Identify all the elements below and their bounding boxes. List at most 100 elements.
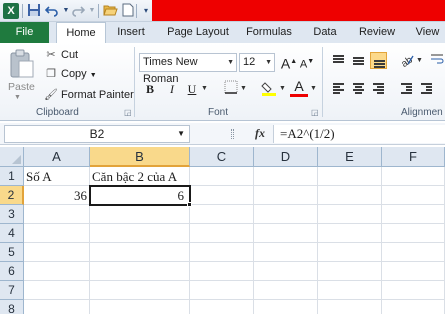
grid-cell[interactable] bbox=[190, 167, 254, 186]
paste-button-label[interactable]: Paste bbox=[8, 81, 35, 93]
bold-button[interactable]: B bbox=[141, 80, 159, 98]
grid-cell[interactable] bbox=[90, 300, 190, 314]
tab-review[interactable]: Review bbox=[354, 22, 400, 43]
grid-cell[interactable] bbox=[254, 167, 318, 186]
grid-cell[interactable] bbox=[24, 205, 90, 224]
italic-button[interactable]: I bbox=[163, 80, 181, 98]
grid-cell[interactable] bbox=[382, 167, 445, 186]
grid-cell[interactable] bbox=[318, 262, 382, 281]
column-header-a[interactable]: A bbox=[24, 147, 90, 167]
grid-cell[interactable] bbox=[318, 300, 382, 314]
grid-cell[interactable] bbox=[90, 224, 190, 243]
row-header-2[interactable]: 2 bbox=[0, 186, 24, 205]
grid-cell[interactable] bbox=[24, 300, 90, 314]
font-color-button[interactable]: A bbox=[290, 78, 308, 97]
font-size-dropdown-icon[interactable]: ▼ bbox=[265, 54, 272, 71]
grid-cell[interactable] bbox=[382, 243, 445, 262]
grid-cell[interactable] bbox=[254, 224, 318, 243]
grid-cell[interactable] bbox=[318, 243, 382, 262]
row-header-1[interactable]: 1 bbox=[0, 167, 24, 186]
tab-home[interactable]: Home bbox=[56, 22, 106, 44]
column-header-e[interactable]: E bbox=[318, 147, 382, 167]
grid-cell[interactable] bbox=[190, 224, 254, 243]
column-header-f[interactable]: F bbox=[382, 147, 445, 167]
grid-cell[interactable] bbox=[382, 262, 445, 281]
column-header-b[interactable]: B bbox=[90, 147, 190, 167]
cell-b1[interactable]: Căn bậc 2 của A bbox=[90, 167, 190, 186]
cut-button[interactable]: ✂ Cut bbox=[44, 47, 78, 63]
cell-a1[interactable]: Số A bbox=[24, 167, 90, 186]
tab-view[interactable]: View bbox=[410, 22, 445, 43]
tab-formulas[interactable]: Formulas bbox=[242, 22, 296, 43]
top-align-icon[interactable] bbox=[330, 52, 347, 69]
grid-cell[interactable] bbox=[190, 281, 254, 300]
copy-button[interactable]: ❐ Copy ▼ bbox=[44, 66, 97, 82]
grid-cell[interactable] bbox=[254, 243, 318, 262]
save-icon[interactable] bbox=[26, 3, 42, 19]
tab-file[interactable]: File bbox=[0, 22, 49, 43]
align-center-icon[interactable] bbox=[350, 80, 367, 97]
fill-handle[interactable] bbox=[187, 202, 192, 207]
paste-icon[interactable] bbox=[9, 49, 35, 79]
grow-font-button[interactable]: A▲ bbox=[280, 53, 298, 72]
font-size-combo[interactable]: 12 ▼ bbox=[239, 53, 275, 72]
grid-cell[interactable] bbox=[24, 281, 90, 300]
select-all-button[interactable] bbox=[0, 147, 24, 167]
grid-cell[interactable] bbox=[190, 262, 254, 281]
format-painter-button[interactable]: 🖌 Format Painter bbox=[44, 87, 134, 103]
formula-bar-splitter[interactable] bbox=[231, 129, 234, 139]
grid-cell[interactable] bbox=[90, 262, 190, 281]
grid-cell[interactable] bbox=[254, 300, 318, 314]
grid-cell[interactable] bbox=[254, 186, 318, 205]
borders-icon[interactable] bbox=[222, 80, 240, 98]
new-document-icon[interactable] bbox=[120, 3, 136, 19]
excel-app-icon[interactable]: X bbox=[3, 3, 19, 19]
orientation-dropdown-icon[interactable]: ▼ bbox=[416, 57, 423, 64]
shrink-font-button[interactable]: A▼ bbox=[298, 53, 316, 71]
grid-cell[interactable] bbox=[24, 243, 90, 262]
row-header-6[interactable]: 6 bbox=[0, 262, 24, 281]
column-header-d[interactable]: D bbox=[254, 147, 318, 167]
tab-page-layout[interactable]: Page Layout bbox=[162, 22, 234, 43]
grid-cell[interactable] bbox=[318, 205, 382, 224]
borders-dropdown-icon[interactable]: ▼ bbox=[240, 85, 247, 92]
font-name-dropdown-icon[interactable]: ▼ bbox=[227, 54, 234, 71]
insert-function-icon[interactable]: fx bbox=[255, 126, 265, 141]
name-box[interactable]: B2 ▼ bbox=[4, 125, 190, 143]
tab-insert[interactable]: Insert bbox=[110, 22, 152, 43]
copy-dropdown-icon[interactable]: ▼ bbox=[90, 72, 97, 79]
grid-cell[interactable] bbox=[382, 205, 445, 224]
font-launcher-icon[interactable]: ◲ bbox=[311, 108, 319, 117]
orientation-icon[interactable]: ab bbox=[398, 52, 416, 70]
decrease-indent-icon[interactable] bbox=[398, 80, 415, 97]
grid-cell[interactable] bbox=[382, 300, 445, 314]
cell-a2[interactable]: 36 bbox=[24, 186, 90, 205]
tab-data[interactable]: Data bbox=[308, 22, 342, 43]
name-box-dropdown-icon[interactable]: ▼ bbox=[177, 126, 185, 142]
bottom-align-icon[interactable] bbox=[370, 52, 387, 69]
grid-cell[interactable] bbox=[90, 205, 190, 224]
fill-color-icon[interactable] bbox=[260, 80, 278, 98]
grid-cell[interactable] bbox=[24, 224, 90, 243]
grid-cell[interactable] bbox=[190, 205, 254, 224]
increase-indent-icon[interactable] bbox=[418, 80, 435, 97]
font-color-dropdown-icon[interactable]: ▼ bbox=[310, 85, 317, 92]
row-header-4[interactable]: 4 bbox=[0, 224, 24, 243]
underline-dropdown-icon[interactable]: ▼ bbox=[201, 85, 208, 92]
fill-color-dropdown-icon[interactable]: ▼ bbox=[279, 85, 286, 92]
row-header-7[interactable]: 7 bbox=[0, 281, 24, 300]
align-right-icon[interactable] bbox=[370, 80, 387, 97]
grid-cell[interactable] bbox=[190, 243, 254, 262]
grid-cell[interactable] bbox=[382, 186, 445, 205]
row-header-5[interactable]: 5 bbox=[0, 243, 24, 262]
grid-cell[interactable] bbox=[318, 224, 382, 243]
font-name-combo[interactable]: Times New Roman ▼ bbox=[139, 53, 237, 85]
grid-cell[interactable] bbox=[254, 262, 318, 281]
grid-cell[interactable] bbox=[318, 281, 382, 300]
clipboard-launcher-icon[interactable]: ◲ bbox=[124, 108, 132, 117]
grid-cell[interactable] bbox=[254, 205, 318, 224]
column-header-c[interactable]: C bbox=[190, 147, 254, 167]
grid-cell[interactable] bbox=[24, 262, 90, 281]
align-left-icon[interactable] bbox=[330, 80, 347, 97]
grid-cell[interactable] bbox=[254, 281, 318, 300]
